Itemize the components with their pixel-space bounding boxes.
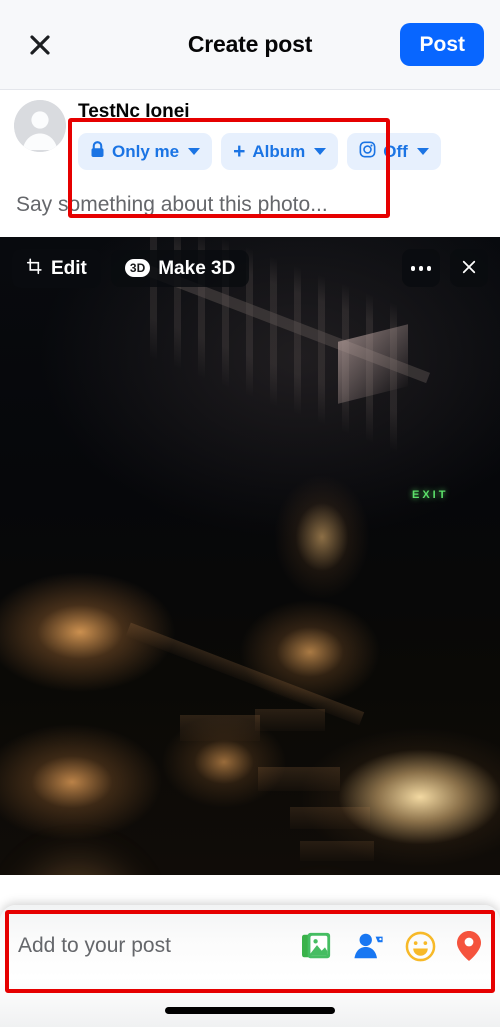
album-chip[interactable]: + Album	[221, 132, 339, 170]
screen-header: Create post Post	[0, 0, 500, 90]
avatar[interactable]	[14, 100, 66, 152]
photo-image: EXIT 北武 北武 北	[0, 236, 500, 875]
edit-photo-button[interactable]: Edit	[12, 248, 101, 288]
create-post-screen: Create post Post TestNc Ionei Only me + …	[0, 0, 500, 1027]
chevron-down-icon	[188, 147, 201, 155]
tag-people-icon[interactable]	[353, 931, 385, 961]
home-indicator	[165, 1007, 335, 1014]
add-to-post-actions	[301, 930, 482, 962]
photo-toolbar: Edit 3D Make 3D	[0, 248, 500, 288]
audience-chip[interactable]: Only me	[78, 132, 213, 170]
user-row: TestNc Ionei Only me + Album Off	[14, 100, 486, 170]
close-icon	[460, 258, 478, 279]
add-to-post-sheet: Add to your post	[0, 905, 500, 1027]
photo-video-icon[interactable]	[301, 931, 333, 961]
audience-chip-label: Only me	[112, 141, 180, 161]
stair-step	[290, 806, 370, 829]
photo-preview[interactable]: EXIT 北武 北武 北	[0, 236, 500, 875]
feeling-activity-icon[interactable]	[405, 931, 436, 962]
instagram-chip-label: Off	[383, 141, 408, 161]
add-to-post-bar[interactable]: Add to your post	[0, 905, 500, 987]
make-3d-label: Make 3D	[158, 257, 236, 279]
composer-chips: Only me + Album Off	[78, 132, 486, 170]
post-button[interactable]: Post	[400, 23, 484, 66]
add-to-post-label: Add to your post	[18, 934, 171, 957]
stair-step	[300, 840, 374, 861]
album-chip-label: Album	[252, 141, 306, 161]
user-column: TestNc Ionei Only me + Album Off	[78, 100, 486, 170]
more-horizontal-icon	[410, 266, 432, 271]
exit-sign: EXIT	[412, 488, 449, 501]
photo-more-button[interactable]	[402, 249, 440, 288]
edit-photo-label: Edit	[51, 257, 87, 279]
chevron-down-icon	[314, 147, 327, 155]
stair-step	[180, 714, 260, 741]
close-icon[interactable]	[16, 21, 64, 69]
lock-icon	[90, 141, 105, 161]
stair-step	[258, 766, 340, 791]
stair-step	[255, 708, 325, 731]
make-3d-button[interactable]: 3D Make 3D	[110, 249, 250, 287]
remove-photo-button[interactable]	[450, 249, 488, 288]
stair-step	[125, 622, 365, 726]
composer-section: TestNc Ionei Only me + Album Off	[0, 90, 500, 218]
three-d-badge-icon: 3D	[124, 259, 151, 278]
crop-icon	[26, 258, 43, 279]
post-text-input[interactable]: Say something about this photo...	[0, 169, 500, 237]
plus-icon: +	[233, 139, 246, 163]
chevron-down-icon	[416, 147, 429, 155]
instagram-icon	[359, 141, 376, 161]
location-pin-icon[interactable]	[456, 930, 482, 962]
instagram-chip[interactable]: Off	[347, 132, 441, 170]
user-name: TestNc Ionei	[78, 101, 190, 122]
